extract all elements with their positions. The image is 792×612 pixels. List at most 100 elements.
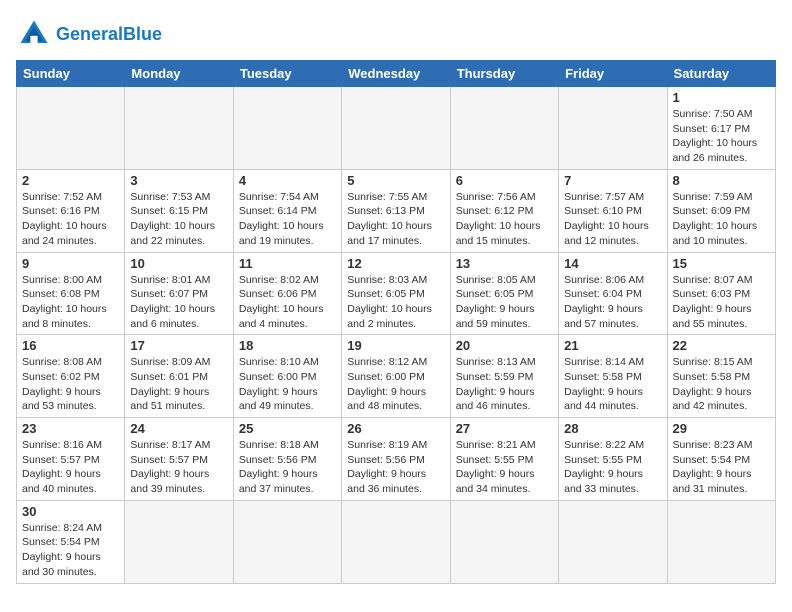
week-row-2: 2 Sunrise: 7:52 AM Sunset: 6:16 PM Daylig… (17, 169, 776, 252)
day-info: Sunrise: 7:54 AM Sunset: 6:14 PM Dayligh… (239, 190, 336, 249)
day-number: 30 (22, 504, 119, 519)
day-number: 8 (673, 173, 770, 188)
day-number: 20 (456, 338, 553, 353)
day-cell (342, 87, 450, 170)
day-number: 25 (239, 421, 336, 436)
day-cell (559, 87, 667, 170)
weekday-header-tuesday: Tuesday (233, 61, 341, 87)
day-cell (450, 87, 558, 170)
week-row-4: 16 Sunrise: 8:08 AM Sunset: 6:02 PM Dayli… (17, 335, 776, 418)
day-cell (17, 87, 125, 170)
day-number: 26 (347, 421, 444, 436)
weekday-header-saturday: Saturday (667, 61, 775, 87)
week-row-6: 30Sunrise: 8:24 AM Sunset: 5:54 PM Dayli… (17, 500, 776, 583)
day-info: Sunrise: 8:02 AM Sunset: 6:06 PM Dayligh… (239, 273, 336, 332)
day-number: 24 (130, 421, 227, 436)
day-number: 2 (22, 173, 119, 188)
day-cell: 24 Sunrise: 8:17 AM Sunset: 5:57 PM Dayli… (125, 418, 233, 501)
day-info: Sunrise: 8:00 AM Sunset: 6:08 PM Dayligh… (22, 273, 119, 332)
day-number: 7 (564, 173, 661, 188)
day-info: Sunrise: 8:16 AM Sunset: 5:57 PM Dayligh… (22, 438, 119, 497)
day-cell: 26 Sunrise: 8:19 AM Sunset: 5:56 PM Dayli… (342, 418, 450, 501)
day-number: 10 (130, 256, 227, 271)
day-number: 14 (564, 256, 661, 271)
day-info: Sunrise: 8:12 AM Sunset: 6:00 PM Dayligh… (347, 355, 444, 414)
day-cell: 6 Sunrise: 7:56 AM Sunset: 6:12 PM Daylig… (450, 169, 558, 252)
day-info: Sunrise: 8:05 AM Sunset: 6:05 PM Dayligh… (456, 273, 553, 332)
week-row-1: 1Sunrise: 7:50 AM Sunset: 6:17 PM Daylig… (17, 87, 776, 170)
day-cell (559, 500, 667, 583)
day-info: Sunrise: 8:01 AM Sunset: 6:07 PM Dayligh… (130, 273, 227, 332)
day-cell: 19 Sunrise: 8:12 AM Sunset: 6:00 PM Dayli… (342, 335, 450, 418)
day-cell: 22Sunrise: 8:15 AM Sunset: 5:58 PM Dayli… (667, 335, 775, 418)
day-number: 18 (239, 338, 336, 353)
weekday-header-monday: Monday (125, 61, 233, 87)
day-cell: 3 Sunrise: 7:53 AM Sunset: 6:15 PM Daylig… (125, 169, 233, 252)
day-cell: 27 Sunrise: 8:21 AM Sunset: 5:55 PM Dayli… (450, 418, 558, 501)
day-info: Sunrise: 7:57 AM Sunset: 6:10 PM Dayligh… (564, 190, 661, 249)
day-cell: 25 Sunrise: 8:18 AM Sunset: 5:56 PM Dayli… (233, 418, 341, 501)
day-cell: 17Sunrise: 8:09 AM Sunset: 6:01 PM Dayli… (125, 335, 233, 418)
day-number: 1 (673, 90, 770, 105)
calendar: SundayMondayTuesdayWednesdayThursdayFrid… (16, 60, 776, 584)
day-info: Sunrise: 7:52 AM Sunset: 6:16 PM Dayligh… (22, 190, 119, 249)
day-cell (450, 500, 558, 583)
day-cell (233, 500, 341, 583)
weekday-header-sunday: Sunday (17, 61, 125, 87)
day-info: Sunrise: 7:53 AM Sunset: 6:15 PM Dayligh… (130, 190, 227, 249)
day-cell: 12Sunrise: 8:03 AM Sunset: 6:05 PM Dayli… (342, 252, 450, 335)
day-number: 13 (456, 256, 553, 271)
weekday-header-row: SundayMondayTuesdayWednesdayThursdayFrid… (17, 61, 776, 87)
weekday-header-friday: Friday (559, 61, 667, 87)
day-cell: 21Sunrise: 8:14 AM Sunset: 5:58 PM Dayli… (559, 335, 667, 418)
day-cell (342, 500, 450, 583)
day-info: Sunrise: 7:56 AM Sunset: 6:12 PM Dayligh… (456, 190, 553, 249)
day-info: Sunrise: 8:09 AM Sunset: 6:01 PM Dayligh… (130, 355, 227, 414)
day-info: Sunrise: 8:06 AM Sunset: 6:04 PM Dayligh… (564, 273, 661, 332)
day-number: 19 (347, 338, 444, 353)
day-cell: 23Sunrise: 8:16 AM Sunset: 5:57 PM Dayli… (17, 418, 125, 501)
day-cell: 7 Sunrise: 7:57 AM Sunset: 6:10 PM Daylig… (559, 169, 667, 252)
day-cell: 1Sunrise: 7:50 AM Sunset: 6:17 PM Daylig… (667, 87, 775, 170)
day-number: 3 (130, 173, 227, 188)
day-cell: 15Sunrise: 8:07 AM Sunset: 6:03 PM Dayli… (667, 252, 775, 335)
day-cell (125, 500, 233, 583)
day-number: 16 (22, 338, 119, 353)
day-cell: 14 Sunrise: 8:06 AM Sunset: 6:04 PM Dayli… (559, 252, 667, 335)
day-number: 29 (673, 421, 770, 436)
day-number: 5 (347, 173, 444, 188)
day-info: Sunrise: 8:22 AM Sunset: 5:55 PM Dayligh… (564, 438, 661, 497)
day-cell: 4Sunrise: 7:54 AM Sunset: 6:14 PM Daylig… (233, 169, 341, 252)
day-cell: 10 Sunrise: 8:01 AM Sunset: 6:07 PM Dayli… (125, 252, 233, 335)
day-cell (125, 87, 233, 170)
day-number: 27 (456, 421, 553, 436)
day-cell: 29 Sunrise: 8:23 AM Sunset: 5:54 PM Dayli… (667, 418, 775, 501)
day-info: Sunrise: 8:10 AM Sunset: 6:00 PM Dayligh… (239, 355, 336, 414)
day-info: Sunrise: 8:23 AM Sunset: 5:54 PM Dayligh… (673, 438, 770, 497)
day-cell: 20Sunrise: 8:13 AM Sunset: 5:59 PM Dayli… (450, 335, 558, 418)
day-cell: 30Sunrise: 8:24 AM Sunset: 5:54 PM Dayli… (17, 500, 125, 583)
day-number: 11 (239, 256, 336, 271)
header: GeneralBlue (16, 16, 776, 52)
day-number: 15 (673, 256, 770, 271)
day-info: Sunrise: 8:18 AM Sunset: 5:56 PM Dayligh… (239, 438, 336, 497)
day-info: Sunrise: 8:19 AM Sunset: 5:56 PM Dayligh… (347, 438, 444, 497)
day-cell (233, 87, 341, 170)
day-info: Sunrise: 8:15 AM Sunset: 5:58 PM Dayligh… (673, 355, 770, 414)
day-info: Sunrise: 8:21 AM Sunset: 5:55 PM Dayligh… (456, 438, 553, 497)
day-info: Sunrise: 8:08 AM Sunset: 6:02 PM Dayligh… (22, 355, 119, 414)
day-cell: 8 Sunrise: 7:59 AM Sunset: 6:09 PM Daylig… (667, 169, 775, 252)
weekday-header-thursday: Thursday (450, 61, 558, 87)
day-number: 21 (564, 338, 661, 353)
day-cell (667, 500, 775, 583)
day-info: Sunrise: 7:55 AM Sunset: 6:13 PM Dayligh… (347, 190, 444, 249)
day-number: 28 (564, 421, 661, 436)
day-number: 6 (456, 173, 553, 188)
logo-text: GeneralBlue (56, 25, 162, 43)
day-cell: 16 Sunrise: 8:08 AM Sunset: 6:02 PM Dayli… (17, 335, 125, 418)
day-info: Sunrise: 7:59 AM Sunset: 6:09 PM Dayligh… (673, 190, 770, 249)
day-cell: 18 Sunrise: 8:10 AM Sunset: 6:00 PM Dayli… (233, 335, 341, 418)
weekday-header-wednesday: Wednesday (342, 61, 450, 87)
day-cell: 13 Sunrise: 8:05 AM Sunset: 6:05 PM Dayli… (450, 252, 558, 335)
day-info: Sunrise: 8:17 AM Sunset: 5:57 PM Dayligh… (130, 438, 227, 497)
